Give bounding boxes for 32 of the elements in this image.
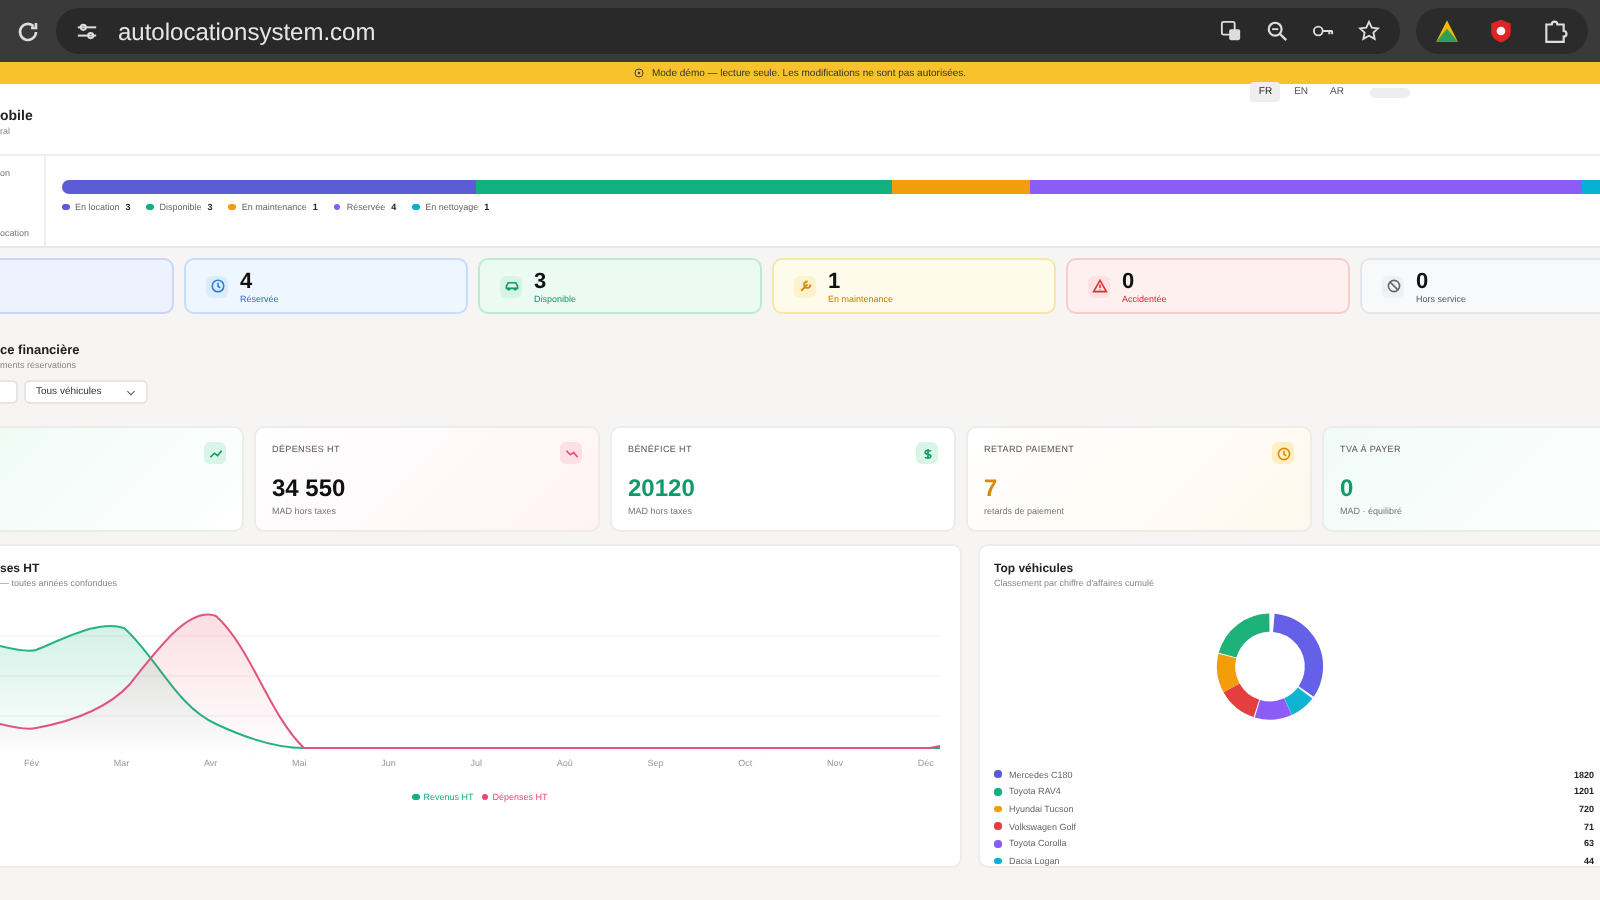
kpi-value: 7 <box>984 476 1000 502</box>
status-count: 0 <box>1416 269 1431 293</box>
status-icon <box>794 275 816 297</box>
kpi-value: 20120 <box>628 476 697 502</box>
kpi-icon <box>1272 442 1294 464</box>
status-count: 1 <box>828 269 843 293</box>
status-count: 0 <box>1122 269 1137 293</box>
info-icon <box>633 68 644 78</box>
star-icon[interactable] <box>1358 20 1380 42</box>
extension-icon[interactable] <box>1434 18 1460 44</box>
zoom-icon[interactable] <box>1266 20 1288 42</box>
site-settings-icon[interactable] <box>76 20 98 42</box>
url-text: autolocationsystem.com <box>118 17 378 45</box>
address-bar[interactable]: autolocationsystem.com <box>56 8 1400 54</box>
status-icon <box>500 275 522 297</box>
kpi-icon <box>916 442 938 464</box>
kpi-icon <box>204 442 226 464</box>
kpi-icon <box>560 442 582 464</box>
reload-icon[interactable] <box>16 19 40 43</box>
key-icon[interactable] <box>1312 20 1334 42</box>
kpi-value: 34 550 <box>272 476 348 502</box>
status-count: 3 <box>534 269 549 293</box>
shield-icon[interactable] <box>1488 18 1514 44</box>
kpi-value: 0 <box>1340 476 1356 502</box>
puzzle-icon[interactable] <box>1542 18 1568 44</box>
status-icon <box>1382 275 1404 297</box>
chevron-down-icon <box>125 389 136 395</box>
translate-icon[interactable] <box>1220 20 1242 42</box>
status-icon <box>206 275 228 297</box>
theme-toggle[interactable] <box>1370 87 1410 97</box>
status-icon <box>1088 275 1110 297</box>
status-count: 4 <box>240 269 255 293</box>
